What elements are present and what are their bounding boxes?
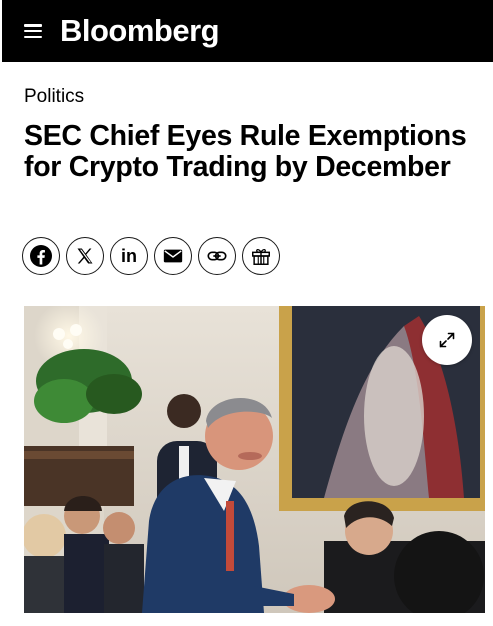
photo-scene: [24, 306, 485, 613]
article-headline: SEC Chief Eyes Rule Exemptions for Crypt…: [24, 120, 467, 183]
share-link-button[interactable]: [198, 237, 236, 275]
top-bar: Bloomberg: [2, 0, 493, 62]
share-email-button[interactable]: [154, 237, 192, 275]
x-icon: [77, 248, 93, 264]
share-x-button[interactable]: [66, 237, 104, 275]
facebook-icon: [30, 245, 52, 267]
share-linkedin-button[interactable]: in: [110, 237, 148, 275]
share-gift-button[interactable]: [242, 237, 280, 275]
gift-icon: [252, 249, 270, 265]
expand-icon: [439, 332, 455, 348]
share-facebook-button[interactable]: [22, 237, 60, 275]
bloomberg-logo[interactable]: Bloomberg: [60, 13, 220, 49]
hamburger-menu-icon[interactable]: [24, 24, 42, 38]
section-label[interactable]: Politics: [24, 86, 84, 108]
link-icon: [207, 251, 227, 261]
article-photo[interactable]: [24, 306, 485, 613]
expand-photo-button[interactable]: [422, 315, 472, 365]
email-icon: [163, 249, 183, 263]
share-bar: in: [22, 237, 280, 275]
linkedin-icon: in: [121, 245, 137, 266]
